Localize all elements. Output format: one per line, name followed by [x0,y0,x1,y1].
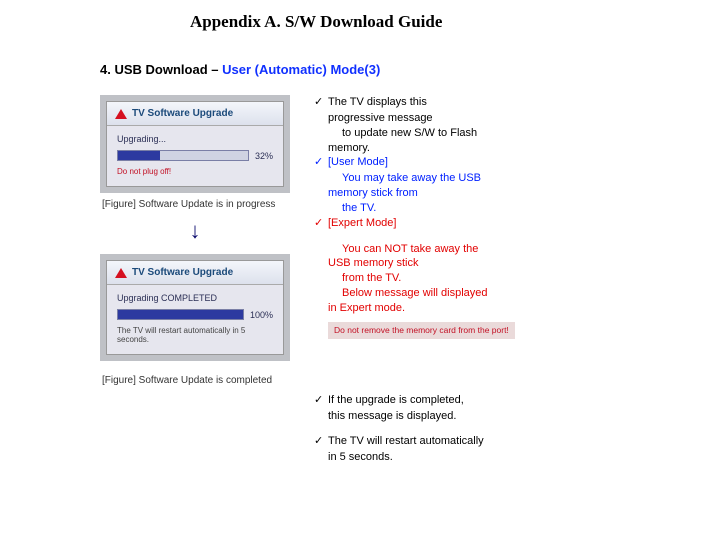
note-text: The TV displays this [328,95,680,110]
check-icon: ✓ [314,216,328,231]
down-arrow-icon: ↓ [100,218,290,244]
progress-percent: 100% [250,310,273,320]
progress-percent: 32% [255,151,273,161]
note-text: The TV will restart automatically [328,434,680,449]
do-not-plug-off: Do not plug off! [117,167,273,176]
tv-title: TV Software Upgrade [132,108,233,119]
progress-bar [117,309,244,320]
section-heading: 4. USB Download – User (Automatic) Mode(… [100,62,680,77]
note-text: You may take away the USB [342,171,680,186]
figure-caption-2: [Figure] Software Update is completed [102,375,290,386]
section-mode: User (Automatic) Mode(3) [222,62,380,77]
progress-fill [118,310,243,319]
note-text: If the upgrade is completed, [328,393,680,408]
tv-title: TV Software Upgrade [132,267,233,278]
note-text: memory. [328,141,680,156]
warning-icon [115,268,127,278]
note-text: in 5 seconds. [328,450,680,465]
progress-fill [118,151,160,160]
figure-caption-1: [Figure] Software Update is in progress [102,199,290,210]
check-icon: ✓ [314,95,328,110]
note-text: progressive message [328,111,680,126]
note-text: [User Mode] [328,155,680,170]
tv-status: Upgrading... [117,134,273,144]
section-label: USB Download – [114,62,222,77]
tv-dialog-complete: TV Software Upgrade Upgrading COMPLETED … [100,254,290,361]
tv-status: Upgrading COMPLETED [117,293,273,303]
note-text: Below message will displayed [342,286,680,301]
note-text: memory stick from [328,186,680,201]
note-text: in Expert mode. [328,301,680,316]
note-item: ✓ The TV will restart automatically [314,434,680,449]
tv-dialog-progress: TV Software Upgrade Upgrading... 32% Do … [100,95,290,193]
note-item: ✓ The TV displays this [314,95,680,110]
check-icon: ✓ [314,155,328,170]
note-item: ✓ If the upgrade is completed, [314,393,680,408]
tv-restart-note: The TV will restart automatically in 5 s… [117,326,273,344]
check-icon: ✓ [314,434,328,449]
note-text: USB memory stick [328,256,680,271]
note-text: to update new S/W to Flash [342,126,680,141]
do-not-remove-banner: Do not remove the memory card from the p… [328,322,515,339]
progress-bar [117,150,249,161]
note-text: this message is displayed. [328,409,680,424]
check-icon: ✓ [314,393,328,408]
note-text: the TV. [342,201,680,216]
section-number: 4. [100,62,111,77]
note-text: [Expert Mode] [328,216,680,231]
appendix-title: Appendix A. S/W Download Guide [190,12,680,32]
warning-icon [115,109,127,119]
note-item: ✓ [User Mode] [314,155,680,170]
note-item: ✓ [Expert Mode] [314,216,680,231]
note-text: from the TV. [342,271,680,286]
note-text: You can NOT take away the [342,242,680,257]
